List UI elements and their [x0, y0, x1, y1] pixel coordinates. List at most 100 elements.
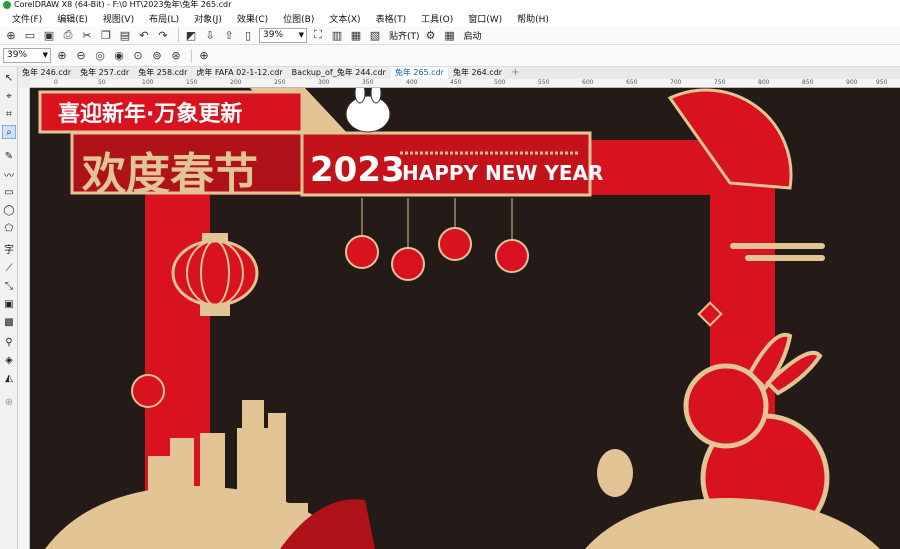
ruler-tick: 500 [494, 79, 506, 86]
tab-doc-246[interactable]: 兔年 246.cdr [18, 67, 76, 79]
ruler-tick: 350 [362, 79, 374, 86]
snap-to-dropdown[interactable]: 贴齐(T) [389, 29, 420, 42]
save-icon[interactable]: ▣ [41, 27, 57, 43]
zoom-to-all-objects-icon[interactable]: ◉ [111, 48, 127, 64]
plum-blossom [131, 374, 165, 408]
tab-doc-fafa[interactable]: 虎年 FAFA 02-1-12.cdr [192, 67, 287, 79]
vertical-ruler[interactable] [18, 88, 30, 549]
new-tab-icon[interactable]: + [511, 67, 519, 79]
add-icon[interactable]: ⊕ [196, 48, 212, 64]
zoom-to-page-height-icon[interactable]: ⊛ [168, 48, 184, 64]
horizontal-ruler[interactable]: 0 50 100 150 200 250 300 350 400 450 500… [30, 79, 900, 88]
ruler-tick: 400 [406, 79, 418, 86]
zoom-to-page-icon[interactable]: ⊙ [130, 48, 146, 64]
menu-file[interactable]: 文件(F) [12, 12, 42, 25]
tab-doc-264[interactable]: 兔年 264.cdr [448, 67, 507, 79]
ellipse-tool-icon[interactable]: ◯ [2, 203, 16, 217]
coreldraw-app-icon [3, 1, 11, 9]
tab-doc-257[interactable]: 兔年 257.cdr [76, 67, 134, 79]
show-rulers-icon[interactable]: ▥ [329, 27, 345, 43]
shape-tool-icon[interactable]: ⌖ [2, 89, 16, 103]
ruler-tick: 850 [802, 79, 814, 86]
import-icon[interactable]: ⇩ [202, 27, 218, 43]
artistic-media-tool-icon[interactable]: 〰 [2, 167, 16, 182]
interactive-fill-tool-icon[interactable]: ◈ [2, 353, 16, 367]
cloud-ornament [730, 243, 825, 249]
publish-pdf-icon[interactable]: ▯ [240, 27, 256, 43]
toolbox: ↖ ⌖ ⌗ ⌕ ✎ 〰 ▭ ◯ ⬠ 字 ⟋ ⤡ ▣ ▩ ⚲ ◈ ◭ ⊕ [0, 67, 18, 549]
peeking-rabbit [345, 95, 391, 133]
search-content-icon[interactable]: ◩ [183, 27, 199, 43]
zoom-out-icon[interactable]: ⊖ [73, 48, 89, 64]
connector-tool-icon[interactable]: ⤡ [2, 279, 16, 293]
small-lanterns [345, 198, 529, 281]
show-guidelines-icon[interactable]: ▧ [367, 27, 383, 43]
leaf-ornament [597, 449, 633, 497]
property-bar: 39% ▼ ⊕ ⊖ ◎ ◉ ⊙ ⊚ ⊛ ⊕ [0, 45, 900, 67]
rectangle-tool-icon[interactable]: ▭ [2, 185, 16, 199]
menu-edit[interactable]: 编辑(E) [57, 12, 88, 25]
full-screen-icon[interactable]: ⛶ [310, 27, 326, 43]
menu-window[interactable]: 窗口(W) [468, 12, 502, 25]
zoom-to-page-width-icon[interactable]: ⊚ [149, 48, 165, 64]
add-tool-icon[interactable]: ⊕ [2, 395, 16, 409]
menu-text[interactable]: 文本(X) [329, 12, 360, 25]
show-grid-icon[interactable]: ▦ [348, 27, 364, 43]
menu-layout[interactable]: 布局(L) [149, 12, 179, 25]
ruler-tick: 250 [274, 79, 286, 86]
cut-icon[interactable]: ✂ [79, 27, 95, 43]
tab-doc-258[interactable]: 兔年 258.cdr [134, 67, 192, 79]
crop-tool-icon[interactable]: ⌗ [2, 107, 16, 121]
tab-doc-265[interactable]: 兔年 265.cdr [390, 67, 448, 79]
tab-doc-backup-244[interactable]: Backup_of_兔年 244.cdr [287, 67, 390, 79]
color-eyedropper-tool-icon[interactable]: ⚲ [2, 335, 16, 349]
rabbit-ear [354, 88, 366, 104]
options-gear-icon[interactable]: ⚙ [423, 27, 439, 43]
banner-top-text: 喜迎新年·万象更新 [58, 102, 243, 127]
zoom-levels-value: 39% [7, 50, 28, 60]
menu-tools[interactable]: 工具(O) [421, 12, 453, 25]
zoom-level-field[interactable]: 39% ▼ [259, 27, 307, 43]
menu-bitmaps[interactable]: 位图(B) [283, 12, 314, 25]
undo-icon[interactable]: ↶ [136, 27, 152, 43]
open-folder-icon[interactable]: ▭ [22, 27, 38, 43]
zoom-level-value: 39% [263, 29, 284, 40]
menu-help[interactable]: 帮助(H) [517, 12, 549, 25]
pick-tool-icon[interactable]: ↖ [2, 71, 16, 85]
copy-icon[interactable]: ❐ [98, 27, 114, 43]
menu-view[interactable]: 视图(V) [103, 12, 134, 25]
redo-icon[interactable]: ↷ [155, 27, 171, 43]
application-launcher-icon[interactable]: ▦ [442, 27, 458, 43]
ruler-origin[interactable] [18, 79, 30, 88]
menu-effects[interactable]: 效果(C) [237, 12, 268, 25]
menu-table[interactable]: 表格(T) [376, 12, 407, 25]
transparency-tool-icon[interactable]: ▩ [2, 315, 16, 329]
drop-shadow-tool-icon[interactable]: ▣ [2, 297, 16, 311]
drawing-canvas[interactable]: 喜迎新年·万象更新 欢度春节 2023 HAPPY NEW YEAR [30, 88, 900, 549]
freehand-tool-icon[interactable]: ✎ [2, 149, 16, 163]
zoom-in-icon[interactable]: ⊕ [54, 48, 70, 64]
ruler-tick: 50 [98, 79, 106, 86]
text-tool-icon[interactable]: 字 [2, 241, 16, 256]
menu-object[interactable]: 对象(J) [194, 12, 222, 25]
greeting-text: HAPPY NEW YEAR [402, 161, 604, 185]
banner-main-text: 欢度春节 [82, 149, 258, 200]
parallel-dimension-tool-icon[interactable]: ⟋ [2, 261, 16, 275]
ruler-tick: 300 [318, 79, 330, 86]
zoom-levels-field[interactable]: 39% ▼ [3, 48, 51, 63]
export-icon[interactable]: ⇧ [221, 27, 237, 43]
menu-bar: 文件(F) 编辑(E) 视图(V) 布局(L) 对象(J) 效果(C) 位图(B… [0, 10, 900, 26]
zoom-tool-icon[interactable]: ⌕ [2, 125, 16, 139]
ruler-tick: 100 [142, 79, 154, 86]
ruler-tick: 600 [582, 79, 594, 86]
print-icon[interactable]: ⎙ [60, 27, 76, 43]
paste-icon[interactable]: ▤ [117, 27, 133, 43]
launch-dropdown[interactable]: 启动 [464, 29, 482, 42]
right-hill [585, 498, 880, 549]
polygon-tool-icon[interactable]: ⬠ [2, 221, 16, 235]
smart-fill-tool-icon[interactable]: ◭ [2, 371, 16, 385]
zoom-to-selected-icon[interactable]: ◎ [92, 48, 108, 64]
ruler-tick: 450 [450, 79, 462, 86]
new-document-icon[interactable]: ⊕ [3, 27, 19, 43]
cloud-ornament [745, 255, 825, 261]
